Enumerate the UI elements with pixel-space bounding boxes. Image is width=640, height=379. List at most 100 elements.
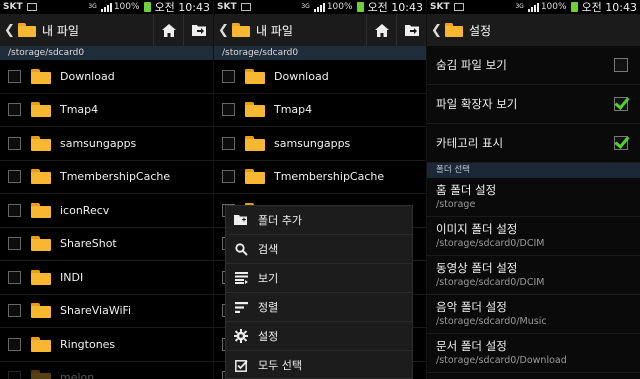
item-checkbox[interactable] [8,69,21,83]
item-label: TmembershipCache [274,170,385,184]
item-checkbox[interactable] [8,337,21,351]
menu-item-label: 정렬 [258,301,279,314]
item-label: Ringtones [60,337,116,351]
file-browser-panel: SKT 3G 100% 오전 10:43 ❮ 내 파일 /storage/sdc… [0,0,213,379]
item-label: melon [60,371,95,379]
folder-setting-path: /storage/sdcard0/Download [436,355,567,366]
folder-setting-path: /storage [436,199,476,210]
clock: 오전 10:43 [154,1,210,14]
list-item[interactable]: Tmap4 [214,94,426,127]
battery-percent: 100% [326,2,353,12]
item-checkbox[interactable] [8,203,21,217]
item-checkbox[interactable] [8,237,21,251]
music-folder-setting[interactable]: 음악 폴더 설정 /storage/sdcard0/Music [427,295,640,334]
image-notification-icon [240,3,251,11]
up-folder-button[interactable] [183,14,213,46]
folder-setting-title: 음악 폴더 설정 [436,300,507,314]
item-checkbox[interactable] [8,170,21,184]
list-item[interactable]: Download [214,60,426,94]
list-item[interactable]: Download [0,60,213,94]
setting-show-file-extensions[interactable]: 파일 확장자 보기 [427,85,640,124]
menu-item-view[interactable]: 보기 [226,264,412,293]
list-item[interactable]: ShareViaWiFi [0,295,213,328]
menu-item-label: 폴더 추가 [258,214,302,227]
back-chevron-icon[interactable]: ❮ [431,23,442,38]
page-title: 내 파일 [42,23,79,38]
battery-percent: 100% [113,2,140,12]
item-checkbox[interactable] [8,103,21,117]
image-notification-icon [26,3,37,11]
page-title: 설정 [469,23,492,38]
setting-label: 파일 확장자 보기 [436,97,518,111]
list-item[interactable]: samsungapps [0,127,213,161]
item-label: Tmap4 [60,103,99,117]
list-item[interactable]: TmembershipCache [214,161,426,194]
app-folder-icon [232,23,250,37]
setting-checkbox[interactable] [614,136,628,150]
item-checkbox[interactable] [222,170,235,184]
list-item[interactable]: ShareShot [0,228,213,261]
folder-setting-title: 이미지 폴더 설정 [436,222,518,236]
item-checkbox[interactable] [8,270,21,284]
image-folder-setting[interactable]: 이미지 폴더 설정 /storage/sdcard0/DCIM [427,217,640,256]
item-label: ShareViaWiFi [60,304,132,318]
up-folder-button[interactable] [396,14,426,46]
setting-checkbox[interactable] [614,97,628,111]
setting-label: 카테고리 표시 [436,136,504,150]
home-button[interactable] [153,14,183,46]
battery-icon [143,2,151,12]
folder-up-icon [191,25,206,36]
folder-icon [245,68,265,84]
menu-item-select-all[interactable]: 모두 선택 [226,351,412,379]
select-all-icon [234,358,248,372]
item-checkbox[interactable] [222,69,235,83]
menu-item-settings[interactable]: 설정 [226,322,412,351]
menu-item-sort[interactable]: 정렬 [226,293,412,322]
list-item[interactable]: INDI [0,261,213,295]
item-checkbox[interactable] [8,136,21,150]
action-bar: ❮ 설정 [427,14,640,46]
list-item[interactable]: iconRecv [0,194,213,228]
folder-icon [31,169,51,185]
carrier-label: SKT [217,2,237,12]
back-chevron-icon[interactable]: ❮ [218,23,229,38]
list-item[interactable]: melon [0,362,213,379]
document-folder-setting[interactable]: 문서 폴더 설정 /storage/sdcard0/Download [427,334,640,373]
folder-icon [31,370,51,379]
menu-item-add-folder[interactable]: 폴더 추가 [226,206,412,235]
folder-setting-title: 문서 폴더 설정 [436,339,507,353]
folder-selection-header: 폴더 선택 [427,163,640,178]
folder-setting-title: 홈 폴더 설정 [436,183,497,197]
page-title: 내 파일 [256,23,293,38]
item-checkbox[interactable] [222,103,235,117]
setting-checkbox[interactable] [614,58,628,72]
item-checkbox[interactable] [222,136,235,150]
app-folder-icon [18,23,36,37]
settings-panel: SKT 3G 100% 오전 10:43 ❮ 설정 숨김 파일 보기 파일 확장… [427,0,640,379]
list-item[interactable]: Ringtones [0,328,213,362]
list-item[interactable]: Tmap4 [0,94,213,127]
status-bar: SKT 3G 100% 오전 10:43 [427,0,640,14]
folder-icon [245,135,265,151]
image-notification-icon [453,3,464,11]
search-icon [234,242,248,256]
home-button[interactable] [366,14,396,46]
video-folder-setting[interactable]: 동영상 폴더 설정 /storage/sdcard0/DCIM [427,256,640,295]
back-chevron-icon[interactable]: ❮ [4,23,15,38]
item-label: TmembershipCache [60,170,171,184]
add-folder-icon [234,213,248,227]
view-list-icon [234,271,248,285]
list-item[interactable]: TmembershipCache [0,161,213,194]
signal-icon [313,2,325,12]
setting-show-hidden-files[interactable]: 숨김 파일 보기 [427,46,640,85]
item-checkbox[interactable] [8,304,21,318]
item-checkbox[interactable] [8,371,21,379]
menu-item-search[interactable]: 검색 [226,235,412,264]
home-folder-setting[interactable]: 홈 폴더 설정 /storage [427,178,640,217]
app-folder-icon [445,23,463,37]
list-item[interactable]: samsungapps [214,127,426,161]
home-icon [374,23,389,37]
setting-show-categories[interactable]: 카테고리 표시 [427,124,640,163]
folder-up-icon [404,25,419,36]
gear-icon [234,329,248,343]
